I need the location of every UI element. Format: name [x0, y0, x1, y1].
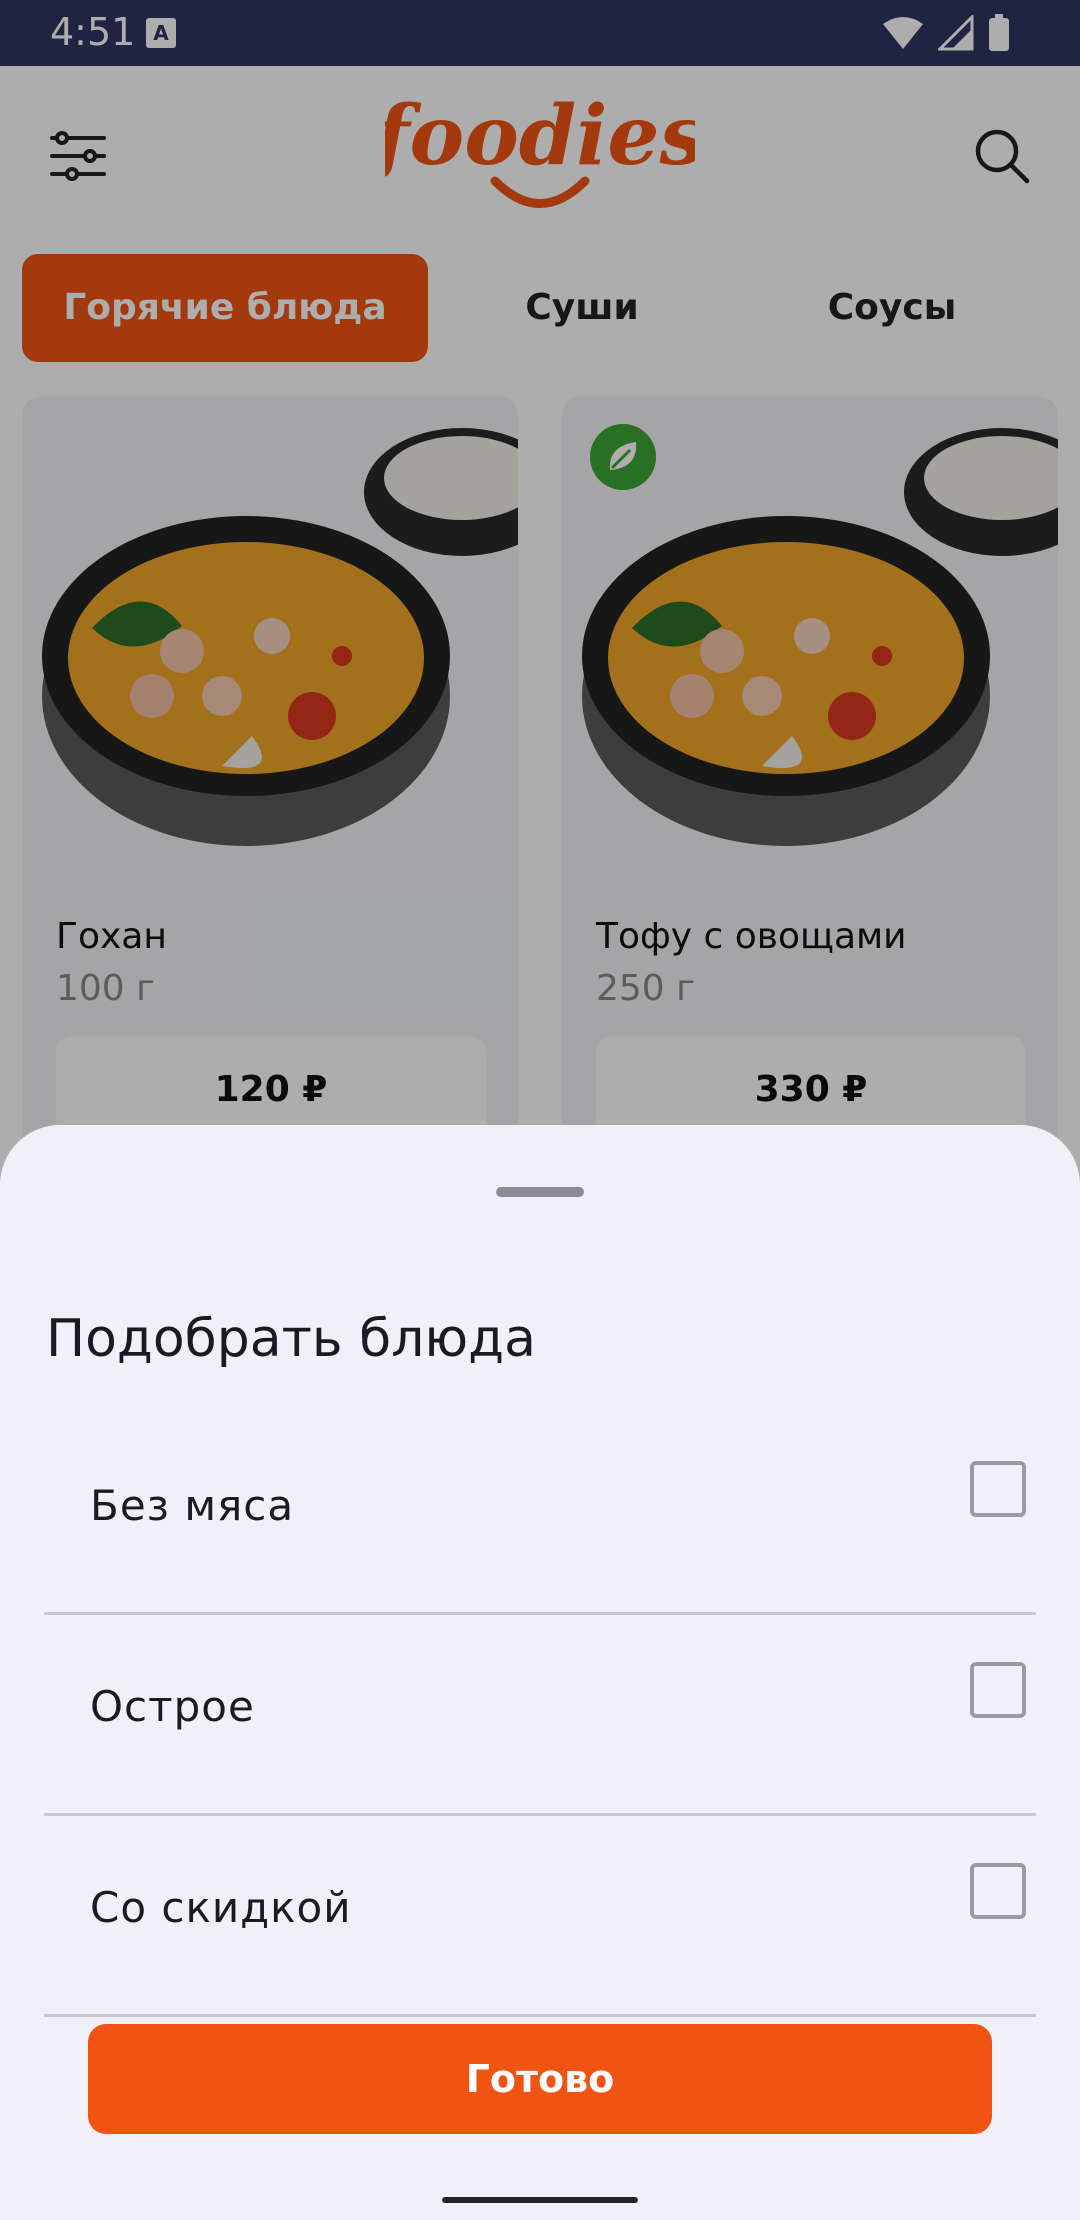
done-button[interactable]: Готово [88, 2024, 992, 2134]
filter-bottom-sheet: Подобрать блюда Без мяса Острое Со скидк… [0, 1125, 1080, 2220]
filter-option-label: Со скидкой [90, 1883, 352, 1932]
spicy-checkbox[interactable] [970, 1662, 1026, 1718]
filter-option-spicy[interactable]: Острое [44, 1616, 1036, 1816]
drag-handle[interactable] [496, 1187, 584, 1197]
gesture-nav-bar[interactable] [442, 2197, 638, 2203]
filter-option-no-meat[interactable]: Без мяса [44, 1415, 1036, 1615]
filter-option-discount[interactable]: Со скидкой [44, 1817, 1036, 2017]
filter-option-label: Без мяса [90, 1481, 295, 1530]
no-meat-checkbox[interactable] [970, 1461, 1026, 1517]
sheet-title: Подобрать блюда [46, 1309, 536, 1369]
filter-option-label: Острое [90, 1682, 255, 1731]
discount-checkbox[interactable] [970, 1863, 1026, 1919]
